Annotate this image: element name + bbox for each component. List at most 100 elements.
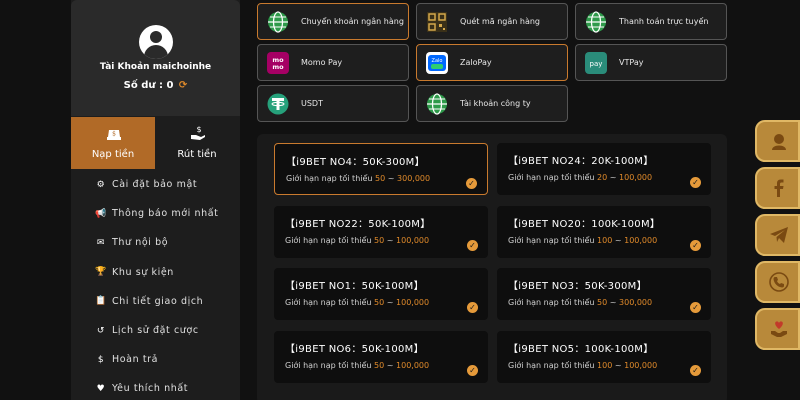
payment-method-label: ZaloPay [460, 58, 492, 67]
payment-method-momo[interactable]: mo mo Momo Pay [257, 44, 409, 81]
menu-item-transactions[interactable]: 📋 Chi tiết giao dịch [71, 287, 240, 316]
limit-label: Giới hạn nạp tối thiểu [285, 236, 372, 245]
check-icon: ✓ [467, 240, 478, 251]
menu-item-notifications[interactable]: 📢 Thông báo mới nhất [71, 199, 240, 228]
limit-min: 50 [374, 361, 385, 370]
deposit-channel-card[interactable]: 【i9BET NO1：50K-100M】 Giới hạn nạp tối th… [274, 268, 488, 320]
profile-card: Tài Khoản maichoinhe Số dư : 0 ⟳ [71, 0, 240, 116]
facebook-button[interactable] [755, 167, 800, 209]
account-menu: ⚙ Cài đặt bảo mật 📢 Thông báo mới nhất ✉… [71, 170, 240, 400]
menu-item-bet-history[interactable]: ↺ Lịch sử đặt cược [71, 316, 240, 345]
menu-item-label: Chi tiết giao dịch [112, 295, 204, 307]
menu-item-inbox[interactable]: ✉ Thư nội bộ [71, 228, 240, 257]
refresh-icon[interactable]: ⟳ [179, 80, 187, 91]
payment-method-zalopay[interactable]: Zalo ZaloPay [416, 44, 568, 81]
channel-name: 【i9BET NO20：100K-100M】 [508, 219, 661, 230]
limit-min: 50 [374, 236, 385, 245]
channel-limit: Giới hạn nạp tối thiểu 100 ~ 100,000 [508, 361, 657, 370]
limit-separator: ~ [614, 236, 622, 245]
deposit-channel-card[interactable]: 【i9BET NO3：50K-300M】 Giới hạn nạp tối th… [497, 268, 711, 320]
history-icon: ↺ [96, 325, 106, 336]
momo-logo-icon: mo mo [267, 52, 289, 74]
payment-method-vtpay[interactable]: pay VTPay [575, 44, 727, 81]
payment-method-usdt[interactable]: USDT [257, 85, 409, 122]
withdraw-hand-icon: $ [191, 125, 205, 140]
payment-method-label: Momo Pay [301, 58, 343, 67]
limit-min: 50 [374, 298, 385, 307]
phone-button[interactable] [755, 261, 800, 303]
menu-item-security[interactable]: ⚙ Cài đặt bảo mật [71, 170, 240, 199]
svg-text:$: $ [112, 131, 116, 138]
tab-deposit[interactable]: $ Nạp tiền [71, 117, 155, 169]
svg-text:pay: pay [590, 60, 603, 68]
telegram-button[interactable] [755, 214, 800, 256]
payment-method-label: VTPay [619, 58, 644, 67]
charity-button[interactable] [755, 308, 800, 350]
avatar[interactable] [139, 25, 173, 59]
limit-separator: ~ [609, 173, 617, 182]
channel-limit: Giới hạn nạp tối thiểu 50 ~ 100,000 [285, 361, 429, 370]
limit-min: 50 [375, 174, 386, 183]
svg-text:Zalo: Zalo [432, 58, 443, 64]
menu-item-favorites[interactable]: ♥ Yêu thích nhất [71, 374, 240, 400]
globe-icon [427, 93, 447, 115]
payment-method-label: Tài khoản công ty [460, 99, 531, 108]
avatar-head-shape [150, 31, 162, 43]
menu-item-label: Thông báo mới nhất [112, 208, 219, 220]
deposit-channel-card[interactable]: 【i9BET NO22：50K-100M】 Giới hạn nạp tối t… [274, 206, 488, 258]
payment-method-qr-scan[interactable]: Quét mã ngân hàng [416, 3, 568, 40]
avatar-body-shape [144, 45, 168, 59]
channel-limit: Giới hạn nạp tối thiểu 20 ~ 100,000 [508, 173, 652, 182]
menu-item-rebate[interactable]: $ Hoàn trả [71, 345, 240, 374]
channel-name: 【i9BET NO1：50K-100M】 [285, 281, 424, 292]
check-icon: ✓ [467, 365, 478, 376]
deposit-channel-card[interactable]: 【i9BET NO24：20K-100M】 Giới hạn nạp tối t… [497, 143, 711, 195]
user-cog-icon: ⚙ [96, 179, 106, 190]
deposit-channel-card[interactable]: 【i9BET NO6：50K-100M】 Giới hạn nạp tối th… [274, 331, 488, 383]
tab-withdraw-label: Rút tiền [177, 149, 217, 160]
channel-limit: Giới hạn nạp tối thiểu 50 ~ 100,000 [285, 298, 429, 307]
limit-max: 100,000 [619, 173, 653, 182]
channel-limit: Giới hạn nạp tối thiểu 100 ~ 100,000 [508, 236, 657, 245]
channel-name: 【i9BET NO4：50K-300M】 [286, 157, 425, 168]
menu-item-label: Thư nội bộ [112, 237, 169, 249]
limit-separator: ~ [387, 174, 395, 183]
qr-code-icon [427, 12, 447, 32]
limit-separator: ~ [609, 298, 617, 307]
payment-method-company-account[interactable]: Tài khoản công ty [416, 85, 568, 122]
support-button[interactable] [755, 120, 800, 162]
menu-item-label: Lịch sử đặt cược [112, 325, 199, 337]
limit-max: 100,000 [396, 298, 430, 307]
limit-label: Giới hạn nạp tối thiểu [508, 236, 595, 245]
tab-withdraw[interactable]: $ Rút tiền [155, 117, 239, 169]
channel-name: 【i9BET NO6：50K-100M】 [285, 344, 424, 355]
svg-text:mo: mo [272, 63, 284, 71]
limit-min: 100 [597, 236, 613, 245]
payment-method-bank-transfer[interactable]: Chuyển khoản ngân hàng [257, 3, 409, 40]
phone-icon [769, 272, 789, 292]
globe-icon [268, 11, 288, 33]
tab-deposit-label: Nạp tiền [91, 149, 135, 160]
channel-name: 【i9BET NO3：50K-300M】 [508, 281, 647, 292]
account-sidebar: Tài Khoản maichoinhe Số dư : 0 ⟳ $ Nạp t… [71, 0, 240, 400]
deposit-channel-card[interactable]: 【i9BET NO4：50K-300M】 Giới hạn nạp tối th… [274, 143, 488, 195]
limit-min: 50 [597, 298, 608, 307]
limit-separator: ~ [386, 298, 394, 307]
payment-method-online-payment[interactable]: Thanh toán trực tuyến [575, 3, 727, 40]
channel-name: 【i9BET NO24：20K-100M】 [508, 156, 654, 167]
svg-text:$: $ [196, 125, 201, 134]
wallet-tabs: $ Nạp tiền $ Rút tiền [71, 117, 240, 169]
limit-label: Giới hạn nạp tối thiểu [285, 298, 372, 307]
trophy-icon: 🏆 [95, 267, 107, 278]
channel-limit: Giới hạn nạp tối thiểu 50 ~ 300,000 [508, 298, 652, 307]
limit-max: 300,000 [397, 174, 431, 183]
money-bag-icon: $ [107, 130, 121, 140]
check-icon: ✓ [690, 177, 701, 188]
limit-separator: ~ [386, 361, 394, 370]
limit-label: Giới hạn nạp tối thiểu [508, 173, 595, 182]
facebook-icon [774, 179, 784, 197]
menu-item-label: Hoàn trả [112, 354, 159, 366]
deposit-channel-card[interactable]: 【i9BET NO20：100K-100M】 Giới hạn nạp tối … [497, 206, 711, 258]
menu-item-events[interactable]: 🏆 Khu sự kiện [71, 258, 240, 287]
deposit-channel-card[interactable]: 【i9BET NO5：100K-100M】 Giới hạn nạp tối t… [497, 331, 711, 383]
